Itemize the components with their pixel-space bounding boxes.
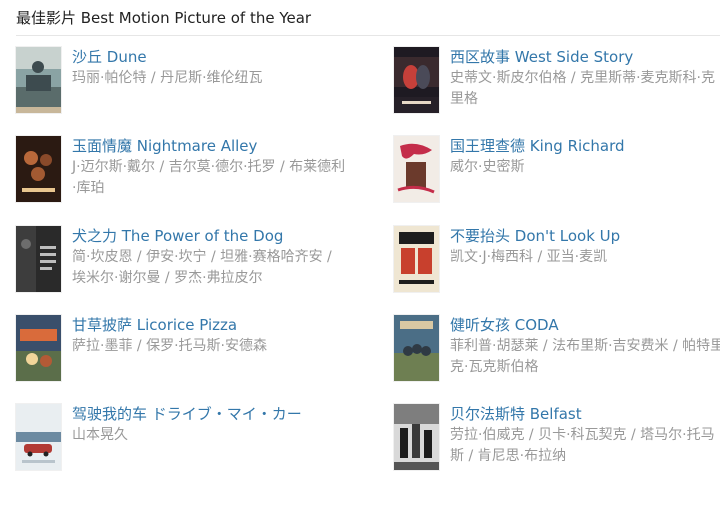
film-poster[interactable] xyxy=(394,136,439,202)
film-poster[interactable] xyxy=(394,47,439,113)
section-title: 最佳影片 Best Motion Picture of the Year xyxy=(16,9,312,27)
film-title[interactable]: 健听女孩 CODA xyxy=(450,315,720,336)
film-poster[interactable] xyxy=(16,136,61,202)
film-credits: 玛丽·帕伦特 / 丹尼斯·维伦纽瓦 xyxy=(72,70,263,86)
film-item-power-of-the-dog: 犬之力 The Power of the Dog 简·坎皮恩 / 伊安·坎宁 /… xyxy=(16,226,346,296)
film-item-licorice-pizza: 甘草披萨 Licorice Pizza 萨拉·墨菲 / 保罗·托马斯·安德森 xyxy=(16,315,346,385)
awards-page: 最佳影片 Best Motion Picture of the Year 沙丘 … xyxy=(0,0,720,516)
poster-image-belfast xyxy=(394,404,439,470)
film-credits: 劳拉·伯威克 / 贝卡·科瓦契克 / 塔马尔·托马斯 / 肯尼思·布拉纳 xyxy=(450,427,715,464)
film-title[interactable]: 玉面情魔 Nightmare Alley xyxy=(72,136,348,157)
film-credits: 萨拉·墨菲 / 保罗·托马斯·安德森 xyxy=(72,338,267,354)
section-divider xyxy=(16,35,720,36)
film-credits: 菲利普·胡瑟莱 / 法布里斯·吉安费米 / 帕特里克·瓦克斯伯格 xyxy=(450,338,720,375)
poster-image-coda xyxy=(394,315,439,381)
film-item-dont-look-up: 不要抬头 Don't Look Up 凯文·J·梅西科 / 亚当·麦凯 xyxy=(394,226,720,296)
film-title[interactable]: 甘草披萨 Licorice Pizza xyxy=(72,315,348,336)
film-poster[interactable] xyxy=(16,315,61,381)
poster-image-king-richard xyxy=(394,136,439,202)
film-title[interactable]: 犬之力 The Power of the Dog xyxy=(72,226,348,247)
film-item-west-side-story: 西区故事 West Side Story 史蒂文·斯皮尔伯格 / 克里斯蒂·麦克… xyxy=(394,47,720,117)
film-credits: 史蒂文·斯皮尔伯格 / 克里斯蒂·麦克斯科·克里格 xyxy=(450,70,715,107)
poster-image-dune xyxy=(16,47,61,113)
film-item-nightmare-alley: 玉面情魔 Nightmare Alley J·迈尔斯·戴尔 / 吉尔莫·德尔·托… xyxy=(16,136,346,206)
film-title[interactable]: 西区故事 West Side Story xyxy=(450,47,720,68)
poster-image-nightmare-alley xyxy=(16,136,61,202)
film-credits: 山本晃久 xyxy=(72,427,128,443)
film-item-drive-my-car: 驾驶我的车 ドライブ・マイ・カー 山本晃久 xyxy=(16,404,346,474)
poster-image-west-side-story xyxy=(394,47,439,113)
poster-image-drive-my-car xyxy=(16,404,61,470)
poster-image-power-of-the-dog xyxy=(16,226,61,292)
film-title[interactable]: 驾驶我的车 ドライブ・マイ・カー xyxy=(72,404,348,425)
film-poster[interactable] xyxy=(16,226,61,292)
film-title[interactable]: 沙丘 Dune xyxy=(72,47,348,68)
film-poster[interactable] xyxy=(394,226,439,292)
film-poster[interactable] xyxy=(394,404,439,470)
film-credits: J·迈尔斯·戴尔 / 吉尔莫·德尔·托罗 / 布莱德利·库珀 xyxy=(72,159,346,196)
film-title[interactable]: 国王理查德 King Richard xyxy=(450,136,720,157)
film-poster[interactable] xyxy=(16,404,61,470)
film-title[interactable]: 不要抬头 Don't Look Up xyxy=(450,226,720,247)
film-item-belfast: 贝尔法斯特 Belfast 劳拉·伯威克 / 贝卡·科瓦契克 / 塔马尔·托马斯… xyxy=(394,404,720,474)
poster-image-dont-look-up xyxy=(394,226,439,292)
poster-image-licorice-pizza xyxy=(16,315,61,381)
film-credits: 威尔·史密斯 xyxy=(450,159,525,175)
film-credits: 简·坎皮恩 / 伊安·坎宁 / 坦雅·赛格哈齐安 / 埃米尔·谢尔曼 / 罗杰·… xyxy=(72,249,332,286)
film-item-dune: 沙丘 Dune 玛丽·帕伦特 / 丹尼斯·维伦纽瓦 xyxy=(16,47,346,117)
film-poster[interactable] xyxy=(16,47,61,113)
film-credits: 凯文·J·梅西科 / 亚当·麦凯 xyxy=(450,249,608,265)
film-item-coda: 健听女孩 CODA 菲利普·胡瑟莱 / 法布里斯·吉安费米 / 帕特里克·瓦克斯… xyxy=(394,315,720,385)
film-item-king-richard: 国王理查德 King Richard 威尔·史密斯 xyxy=(394,136,720,206)
film-title[interactable]: 贝尔法斯特 Belfast xyxy=(450,404,720,425)
film-poster[interactable] xyxy=(394,315,439,381)
